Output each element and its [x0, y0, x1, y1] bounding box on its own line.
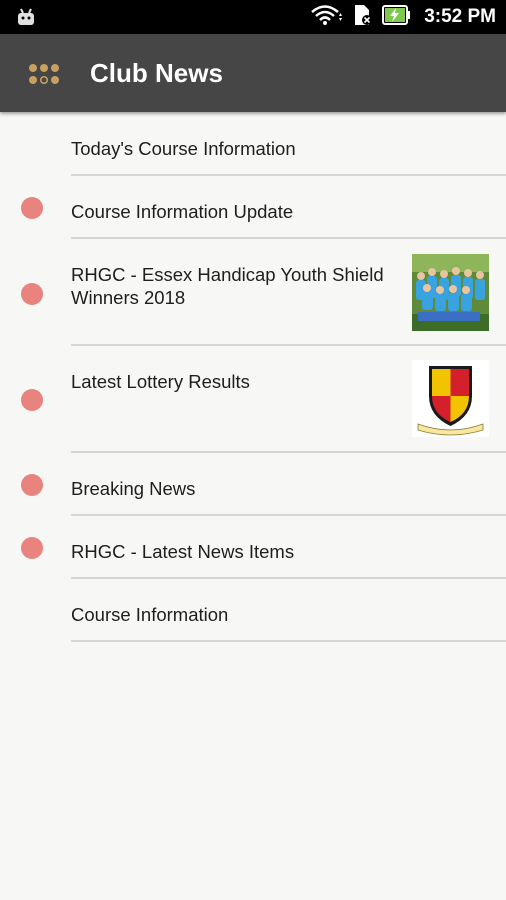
wifi-icon — [310, 4, 344, 31]
news-item-label: Course Information — [71, 604, 229, 625]
news-item-label: RHGC - Latest News Items — [71, 541, 295, 562]
unread-dot — [21, 537, 43, 559]
news-item[interactable]: Breaking News — [0, 453, 506, 516]
club-crest-thumbnail — [412, 360, 489, 437]
news-item-label: Course Information Update — [71, 201, 294, 222]
unread-dot — [21, 197, 43, 219]
news-item[interactable]: Latest Lottery Results — [0, 346, 506, 453]
news-list: Today's Course Information Course Inform… — [0, 113, 506, 642]
divider — [71, 640, 506, 642]
news-item-label: Today's Course Information — [71, 138, 296, 159]
news-item[interactable]: RHGC - Latest News Items — [0, 516, 506, 579]
status-bar: 3:52 PM — [0, 0, 506, 34]
grid-dots-icon[interactable] — [28, 63, 62, 85]
news-item[interactable]: Course Information — [0, 579, 506, 642]
team-photo-thumbnail — [412, 254, 489, 331]
news-item-label: RHGC - Essex Handicap Youth Shield Winne… — [71, 264, 384, 308]
news-item[interactable]: RHGC - Essex Handicap Youth Shield Winne… — [0, 239, 506, 346]
unread-dot — [21, 283, 43, 305]
clock-time: 3:52 PM — [424, 6, 496, 27]
battery-charging-icon — [382, 4, 412, 31]
unread-dot — [21, 389, 43, 411]
unread-dot — [21, 474, 43, 496]
sim-card-icon — [352, 4, 374, 31]
android-icon — [16, 8, 36, 31]
page-title: Club News — [90, 58, 223, 88]
news-item[interactable]: Today's Course Information — [0, 113, 506, 176]
app-bar: Club News — [0, 34, 506, 112]
news-item[interactable]: Course Information Update — [0, 176, 506, 239]
news-item-label: Latest Lottery Results — [71, 371, 250, 392]
news-item-label: Breaking News — [71, 478, 196, 499]
